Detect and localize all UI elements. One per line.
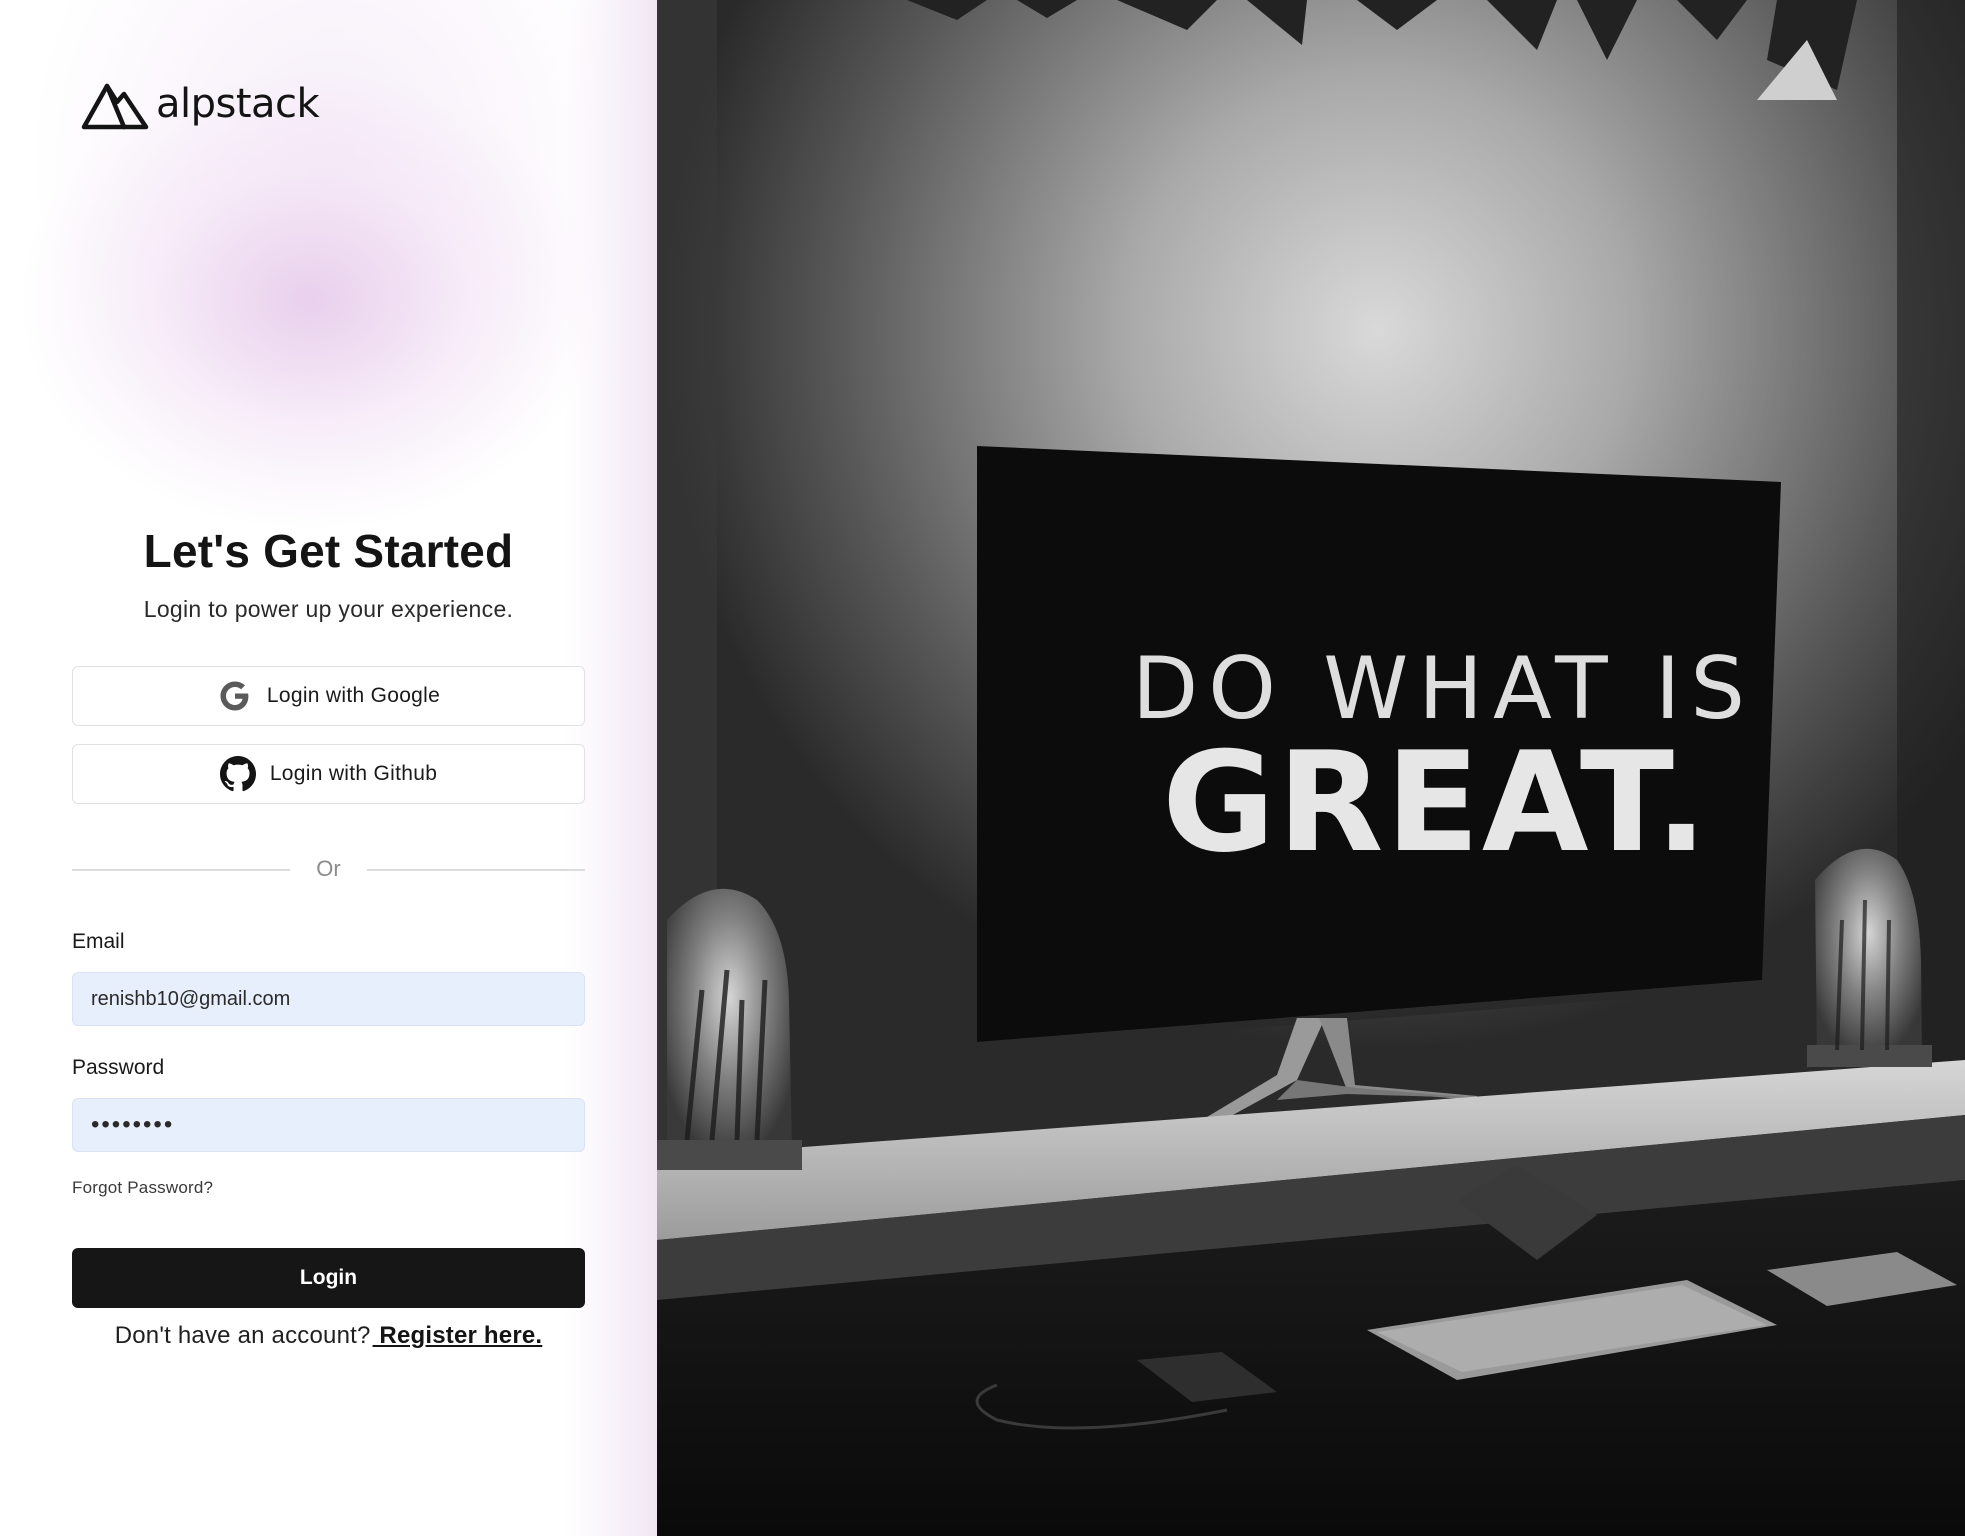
login-with-github-button[interactable]: Login with Github [72,744,585,804]
login-button[interactable]: Login [72,1248,585,1308]
login-with-google-label: Login with Google [266,684,441,707]
login-with-github-label: Login with Github [269,762,438,785]
desk-monitor-photo: DO WHAT IS GREAT. [657,0,1965,1536]
page-subtitle: Login to power up your experience. [143,596,514,622]
google-icon [217,678,253,714]
brand-name: alpstack [156,81,320,127]
hero-photo: DO WHAT IS GREAT. [657,0,1965,1536]
login-panel: alpstack Let's Get Started Login to powe… [0,0,657,1536]
brand-logo[interactable]: alpstack [80,80,320,132]
page-title: Let's Get Started [143,525,514,577]
register-prompt-text: Don't have an account? [114,1322,371,1349]
monitor-text-line2: GREAT. [1162,722,1710,883]
mountain-logo-icon [81,83,149,130]
password-label: Password [72,1056,165,1079]
register-prompt: Don't have an account? Register here. [0,1322,657,1350]
forgot-password-link[interactable]: Forgot Password? [72,1178,213,1198]
email-field[interactable] [72,972,585,1026]
password-field[interactable] [72,1098,585,1152]
register-link[interactable]: Register here. [373,1322,543,1349]
divider-line-right [367,869,585,871]
github-icon [219,756,256,792]
or-divider: Or [72,856,585,884]
email-label: Email [72,930,125,953]
login-with-google-button[interactable]: Login with Google [72,666,585,726]
